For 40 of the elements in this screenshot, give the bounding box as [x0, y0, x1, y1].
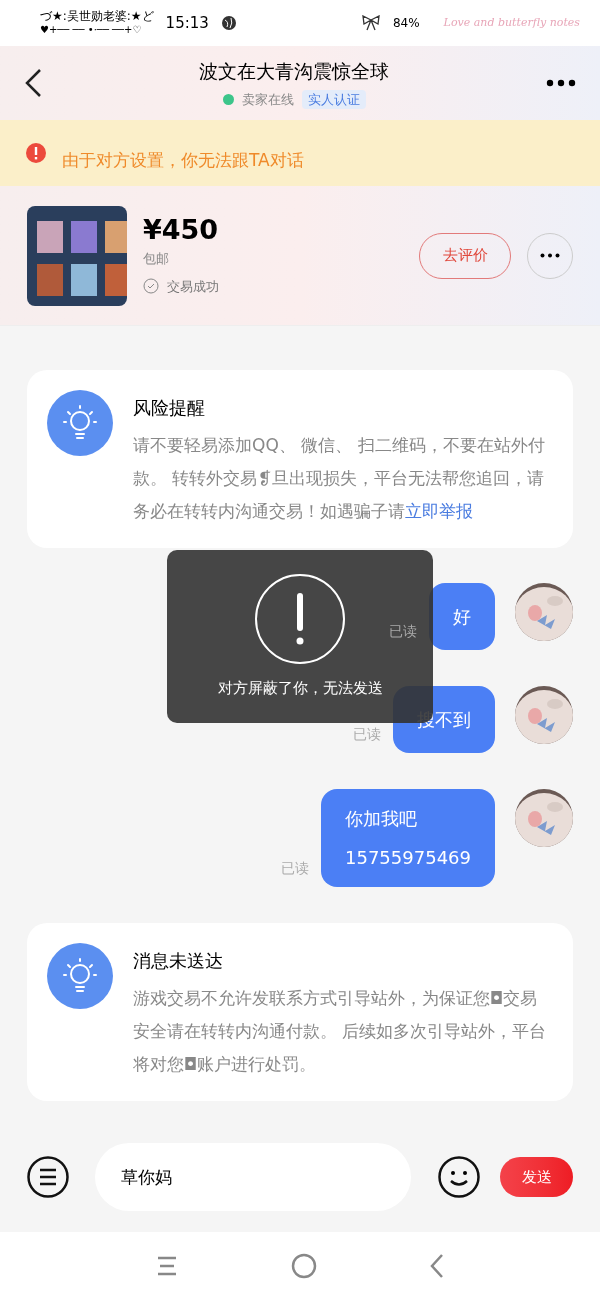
- send-button[interactable]: 发送: [500, 1157, 573, 1197]
- notice-title: 风险提醒: [133, 396, 206, 420]
- back-icon[interactable]: [24, 68, 42, 98]
- message-text: 你加我吧: [345, 807, 418, 831]
- read-receipt: 已读: [353, 725, 381, 744]
- report-link[interactable]: 立即举报: [405, 501, 473, 521]
- lightbulb-icon: [47, 943, 113, 1009]
- trade-status: 交易成功: [167, 277, 219, 296]
- lightbulb-icon: [47, 390, 113, 456]
- carrier-text: ♥+── ── •·── ──+♡: [40, 23, 143, 37]
- theme-text: Love and butterfly notes: [443, 14, 580, 31]
- seller-status: 卖家在线: [241, 90, 294, 109]
- message-text: 好: [453, 605, 471, 629]
- more-icon[interactable]: [546, 79, 576, 87]
- battery-text: 84%: [392, 15, 420, 32]
- carrier-text: づ★:吴世勋老婆:★ど: [40, 9, 154, 23]
- notice-text: 请不要轻易添加QQ、 微信、 扫二维码，不要在站外付款。 转转外交易❡旦出现损失，平台无法帮您追回，请务必在转转内沟通交易！如遇骗子请立即举报: [133, 434, 546, 523]
- price: ¥450: [143, 215, 220, 245]
- clock: 15:13: [165, 12, 209, 34]
- emoji-icon[interactable]: [438, 1156, 480, 1198]
- alert-icon: [26, 143, 46, 163]
- chat-title: 波文在大青沟震惊全球: [199, 59, 389, 84]
- notice-text: 游戏交易不允许发联系方式引导站外，为保证您◘交易安全请在转转内沟通付款。 后续如多次引导站外，平台将对您◘账户进行处罚。: [133, 987, 548, 1076]
- notice-title: 消息未送达: [133, 949, 224, 973]
- shipping-text: 包邮: [143, 250, 170, 268]
- check-circle-icon: [143, 278, 159, 295]
- verified-badge: 实人认证: [301, 89, 366, 109]
- message-text: 15755975469: [345, 846, 471, 870]
- warning-text: 由于对方设置，你无法跟TA对话: [62, 149, 304, 173]
- globe-icon: [220, 15, 237, 31]
- toast-text: 对方屏蔽了你，无法发送: [217, 678, 383, 700]
- read-receipt: 已读: [389, 622, 417, 641]
- recent-apps-icon[interactable]: [156, 1256, 179, 1276]
- bow-icon: [360, 15, 381, 31]
- more-icon: [540, 253, 560, 258]
- menu-icon[interactable]: [27, 1156, 69, 1198]
- read-receipt: 已读: [281, 859, 309, 878]
- message-input[interactable]: 草你妈: [95, 1143, 411, 1211]
- home-icon[interactable]: [291, 1253, 317, 1279]
- exclamation-icon: [254, 573, 346, 666]
